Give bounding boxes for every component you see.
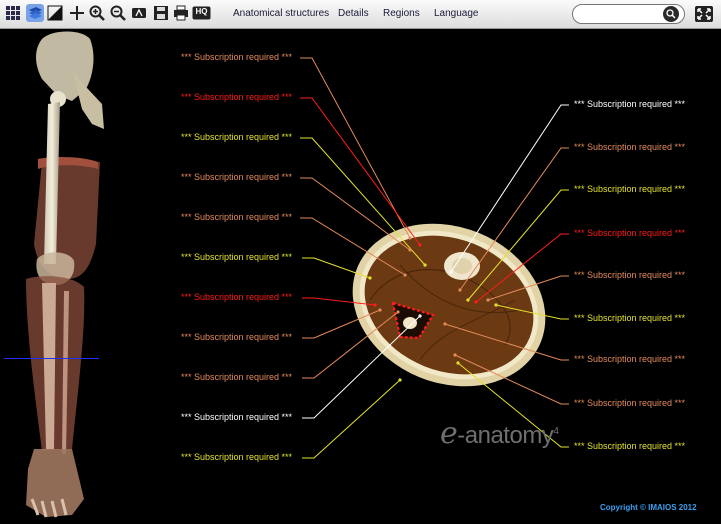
image-viewer[interactable]: *** Subscription required *** *** Subscri… [4, 29, 717, 521]
menu-anatomical-structures[interactable]: Anatomical structures [233, 8, 329, 19]
annotation-label-right-5[interactable]: *** Subscription required *** [574, 270, 685, 281]
menu-language[interactable]: Language [434, 8, 479, 19]
magnifier-icon[interactable] [663, 6, 679, 22]
annotation-label-left-9[interactable]: *** Subscription required *** [181, 372, 292, 383]
zoom-in-icon[interactable] [88, 4, 106, 22]
move-icon[interactable] [68, 4, 86, 22]
contrast-icon[interactable] [46, 4, 64, 22]
leader-point-left-7 [373, 303, 377, 307]
leader-point-left-1 [408, 236, 412, 240]
menu-regions[interactable]: Regions [383, 8, 420, 19]
annotation-label-left-8[interactable]: *** Subscription required *** [181, 332, 292, 343]
leader-point-right-3 [466, 298, 470, 302]
leader-point-right-2 [458, 288, 462, 292]
leader-point-right-9 [456, 361, 460, 365]
hq-label: HQ [195, 7, 208, 16]
leader-line-left-1 [300, 57, 411, 239]
annotation-label-right-9[interactable]: *** Subscription required *** [574, 441, 685, 452]
print-icon[interactable] [172, 4, 190, 22]
zoom-out-icon[interactable] [109, 4, 127, 22]
copyright-notice: Copyright © IMAIOS 2012 [600, 503, 697, 512]
leader-point-left-3 [423, 263, 427, 267]
leader-point-left-9 [396, 310, 400, 314]
search-input[interactable] [581, 7, 665, 20]
annotation-label-left-10[interactable]: *** Subscription required *** [181, 412, 292, 423]
annotation-label-left-3[interactable]: *** Subscription required *** [181, 132, 292, 143]
leader-point-left-2 [418, 243, 422, 247]
annotation-label-right-6[interactable]: *** Subscription required *** [574, 313, 685, 324]
annotation-label-left-2[interactable]: *** Subscription required *** [181, 92, 292, 103]
annotation-label-right-8[interactable]: *** Subscription required *** [574, 398, 685, 409]
anatomy-watermark: e-anatomy4 [440, 416, 559, 451]
leader-point-left-4 [408, 248, 412, 252]
leader-point-left-10 [418, 314, 422, 318]
annotation-label-right-3[interactable]: *** Subscription required *** [574, 184, 685, 195]
leader-point-left-5 [403, 273, 407, 277]
annotation-label-left-11[interactable]: *** Subscription required *** [181, 452, 292, 463]
leader-point-right-1 [449, 270, 453, 274]
grid-icon[interactable] [4, 4, 22, 22]
leader-point-right-8 [453, 353, 457, 357]
hq-icon[interactable]: HQ [192, 4, 211, 22]
leader-point-right-5 [486, 298, 490, 302]
leader-point-left-11 [398, 378, 402, 382]
annotation-label-left-4[interactable]: *** Subscription required *** [181, 172, 292, 183]
leader-point-right-4 [474, 300, 478, 304]
annotation-label-right-2[interactable]: *** Subscription required *** [574, 142, 685, 153]
annotation-label-right-7[interactable]: *** Subscription required *** [574, 354, 685, 365]
annotation-icon[interactable] [130, 4, 148, 22]
annotation-label-left-6[interactable]: *** Subscription required *** [181, 252, 292, 263]
leader-point-left-8 [378, 308, 382, 312]
menu-details[interactable]: Details [338, 8, 369, 19]
fullscreen-icon[interactable] [694, 5, 714, 23]
toolbar: HQ Anatomical structures Details Regions… [0, 0, 721, 29]
annotation-label-right-4[interactable]: *** Subscription required *** [574, 228, 685, 239]
leader-point-right-6 [494, 303, 498, 307]
layers-icon[interactable] [26, 4, 44, 22]
annotation-label-left-5[interactable]: *** Subscription required *** [181, 212, 292, 223]
axial-slice [352, 223, 546, 387]
annotation-label-left-7[interactable]: *** Subscription required *** [181, 292, 292, 303]
leader-point-right-7 [443, 322, 447, 326]
leader-line-left-11 [302, 379, 401, 459]
annotation-label-right-1[interactable]: *** Subscription required *** [574, 99, 685, 110]
annotation-label-left-1[interactable]: *** Subscription required *** [181, 52, 292, 63]
leader-point-left-6 [368, 276, 372, 280]
save-icon[interactable] [152, 4, 170, 22]
